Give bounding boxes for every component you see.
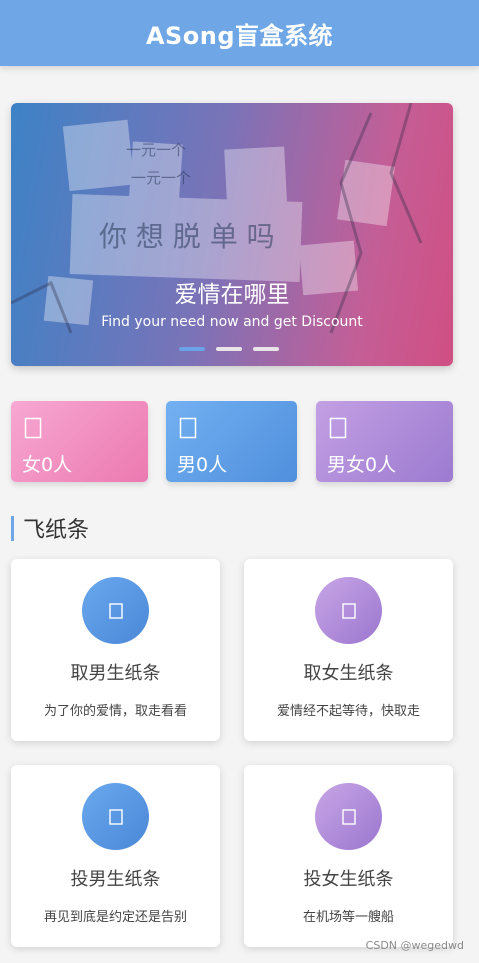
drop-note-icon xyxy=(82,783,149,850)
take-note-icon xyxy=(82,577,149,644)
male-icon xyxy=(179,417,197,439)
section-title: 飞纸条 xyxy=(23,518,90,543)
stat-male-count[interactable]: 男0人 xyxy=(166,401,297,482)
carousel-dot-1[interactable] xyxy=(179,347,205,351)
card-title: 取男生纸条 xyxy=(70,663,161,684)
card-title: 投男生纸条 xyxy=(70,869,161,890)
card-description: 爱情经不起等待，快取走 xyxy=(276,704,420,719)
card-drop-male-note[interactable]: 投男生纸条 再见到底是约定还是告别 xyxy=(11,765,220,947)
card-description: 为了你的爱情，取走看看 xyxy=(43,704,187,719)
take-note-icon xyxy=(315,577,382,644)
card-take-female-note[interactable]: 取女生纸条 爱情经不起等待，快取走 xyxy=(244,559,453,741)
stat-female-label: 女0人 xyxy=(22,454,73,476)
card-title: 取女生纸条 xyxy=(303,663,394,684)
banner-title: 爱情在哪里 xyxy=(174,282,290,308)
app-title: ASong盲盒系统 xyxy=(145,21,334,50)
stat-female-count[interactable]: 女0人 xyxy=(11,401,148,482)
card-description: 在机场等一艘船 xyxy=(302,910,394,925)
card-take-male-note[interactable]: 取男生纸条 为了你的爱情，取走看看 xyxy=(11,559,220,741)
female-icon xyxy=(24,417,42,439)
card-description: 再见到底是约定还是告别 xyxy=(43,910,187,925)
carousel-dot-3[interactable] xyxy=(253,347,279,351)
banner-subtitle: Find your need now and get Discount xyxy=(101,314,363,330)
stat-couple-label: 男女0人 xyxy=(327,454,397,476)
carousel-indicators xyxy=(179,347,279,351)
drop-note-icon xyxy=(315,783,382,850)
stat-male-label: 男0人 xyxy=(177,454,228,476)
card-drop-female-note[interactable]: 投女生纸条 在机场等一艘船 xyxy=(244,765,453,947)
card-title: 投女生纸条 xyxy=(303,869,394,890)
section-accent-bar xyxy=(11,516,14,541)
banner-carousel[interactable]: 一元一个 一元一个 你 想 脱 单 吗 爱情在哪里 Find your need… xyxy=(11,103,453,366)
svg-text:一元一个: 一元一个 xyxy=(131,169,191,187)
watermark: CSDN @wegedwd xyxy=(365,939,464,952)
svg-text:一元一个: 一元一个 xyxy=(126,141,186,159)
carousel-dot-2[interactable] xyxy=(216,347,242,351)
svg-text:你 想 脱 单 吗: 你 想 脱 单 吗 xyxy=(99,220,275,253)
stat-couple-count[interactable]: 男女0人 xyxy=(316,401,453,482)
app-header: ASong盲盒系统 xyxy=(0,0,479,66)
couple-icon xyxy=(329,417,347,439)
